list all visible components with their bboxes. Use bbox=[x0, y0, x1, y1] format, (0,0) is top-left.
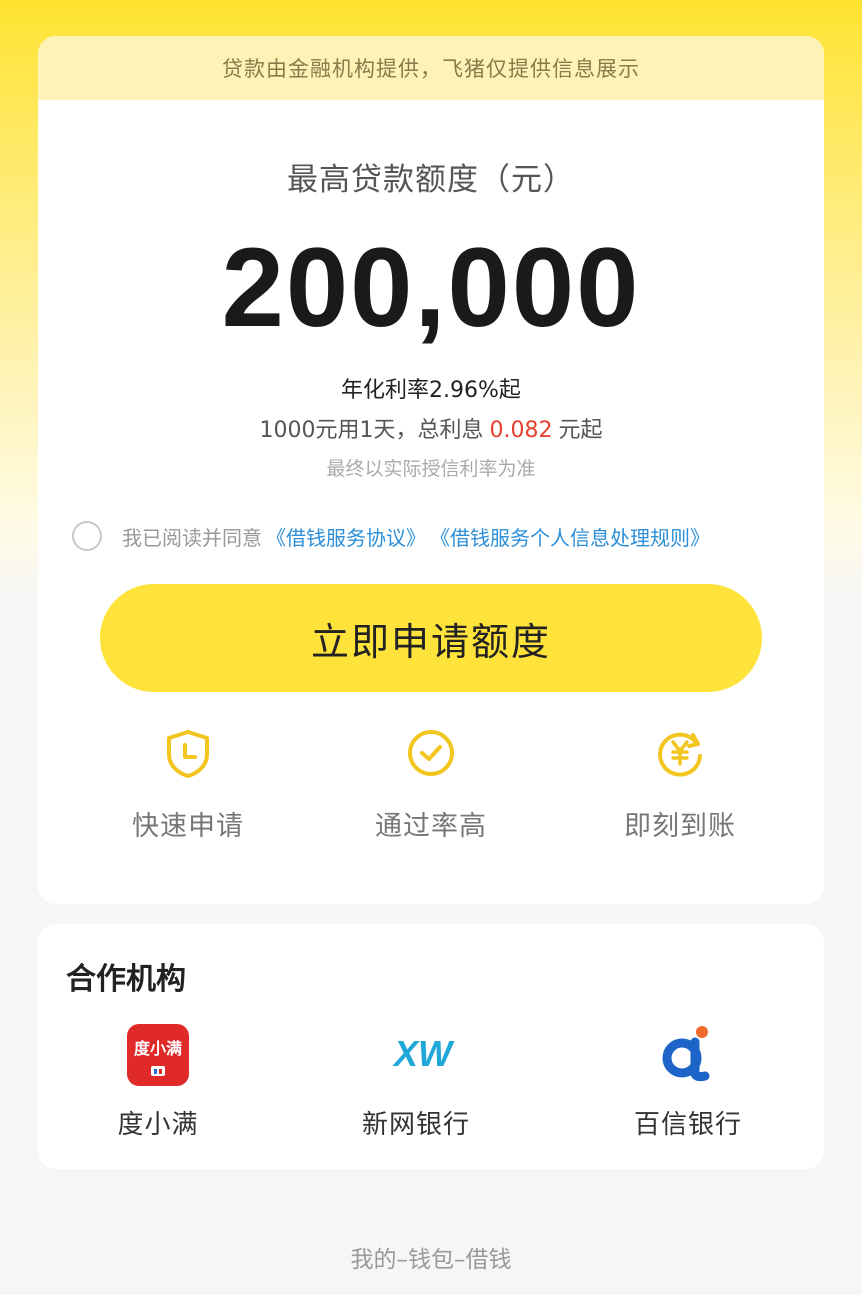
footer-breadcrumb: 我的–钱包–借钱 bbox=[350, 1247, 512, 1273]
agreement-checkbox[interactable] bbox=[72, 521, 102, 551]
agreement-text: 我已阅读并同意 bbox=[122, 525, 262, 550]
feature-list: 快速申请 通过率高 即刻到账 bbox=[38, 726, 824, 846]
agreement-row: 我已阅读并同意 《借钱服务协议》 《借钱服务个人信息处理规则》 bbox=[72, 516, 710, 556]
baixin-logo bbox=[662, 1026, 710, 1082]
partners-card: 合作机构 度小满 度小满 XW 新网银行 百信银行 bbox=[38, 924, 824, 1169]
amount-title: 最高贷款额度（元） bbox=[287, 162, 575, 198]
partner-baixin[interactable]: 百信银行 bbox=[578, 1022, 798, 1141]
partner-duxiaoman[interactable]: 度小满 度小满 bbox=[48, 1022, 268, 1141]
provider-notice: 贷款由金融机构提供，飞猪仅提供信息展示 bbox=[38, 36, 824, 100]
interest-example: 1000元用1天，总利息 0.082 元起 bbox=[38, 412, 824, 444]
privacy-rules-link[interactable]: 《借钱服务个人信息处理规则》 bbox=[430, 522, 710, 551]
loan-amount: 200,000 bbox=[221, 225, 641, 350]
svg-text:XW: XW bbox=[392, 1033, 455, 1074]
interest-value: 0.082 bbox=[489, 418, 553, 443]
check-circle-icon bbox=[408, 730, 454, 776]
rate-disclaimer: 最终以实际授信利率为准 bbox=[326, 458, 536, 480]
interest-rate: 年化利率2.96%起 bbox=[341, 378, 521, 403]
loan-card: 贷款由金融机构提供，飞猪仅提供信息展示 最高贷款额度（元） 200,000 年化… bbox=[38, 36, 824, 904]
interest-prefix: 1000元用1天，总利息 bbox=[259, 418, 484, 443]
partner-xinwang[interactable]: XW 新网银行 bbox=[306, 1022, 526, 1141]
partner-name: 百信银行 bbox=[633, 1110, 742, 1140]
partner-name: 新网银行 bbox=[361, 1110, 470, 1140]
feature-fast-apply: 快速申请 bbox=[78, 726, 298, 843]
feature-label: 通过率高 bbox=[375, 811, 487, 842]
partner-name: 度小满 bbox=[117, 1110, 199, 1140]
feature-label: 快速申请 bbox=[132, 811, 244, 842]
interest-suffix: 元起 bbox=[558, 418, 603, 443]
apply-credit-button[interactable]: 立即申请额度 bbox=[100, 584, 762, 692]
yuan-refresh-icon bbox=[658, 732, 702, 777]
service-agreement-link[interactable]: 《借钱服务协议》 bbox=[266, 522, 426, 551]
svg-text:度小满: 度小满 bbox=[134, 1039, 182, 1058]
feature-instant-arrival: 即刻到账 bbox=[570, 726, 790, 843]
duxiaoman-logo: 度小满 bbox=[127, 1024, 189, 1086]
feature-label: 即刻到账 bbox=[624, 811, 736, 842]
xinwang-logo: XW bbox=[392, 1033, 455, 1074]
shield-clock-icon bbox=[167, 730, 209, 778]
feature-high-approval: 通过率高 bbox=[321, 726, 541, 843]
partners-title: 合作机构 bbox=[66, 962, 186, 997]
